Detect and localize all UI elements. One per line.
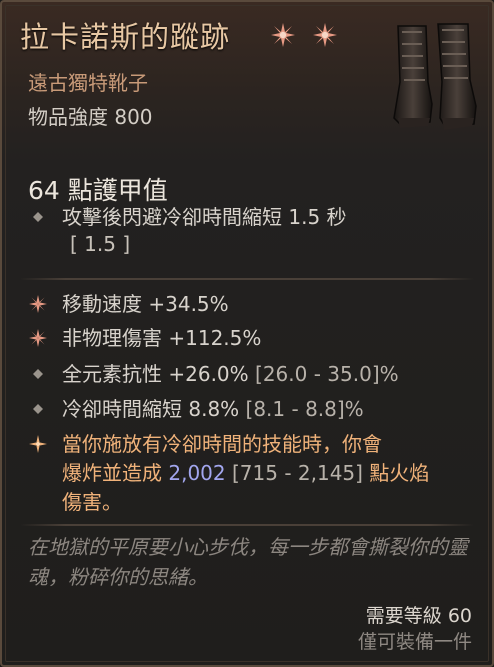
boots-icon (393, 23, 477, 130)
unique-power-line: 點火焰 (369, 461, 430, 485)
affix-row: 全元素抗性 +26.0% [26.0 - 35.0]% (28, 360, 399, 389)
item-subtype: 遠古獨特靴子 (28, 71, 148, 95)
affix-diamond-icon (33, 369, 43, 379)
affix-range: [26.0 - 35.0]% (255, 362, 399, 386)
affix-row: 移動速度 +34.5% (28, 290, 229, 319)
unique-power-line: 當你施放有冷卻時間的技能時，你會 (62, 432, 382, 456)
implicit-affix: 攻擊後閃避冷卻時間縮短 1.5 秒 (28, 203, 347, 232)
flavor-text: 在地獄的平原要小心步伐，每一步都會撕裂你的靈魂，粉碎你的思緒。 (28, 535, 468, 589)
item-power: 物品強度 800 (28, 105, 153, 129)
unique-power-value: 2,002 (168, 461, 226, 485)
unique-power-range: [715 - 2,145] (225, 461, 370, 485)
unique-power-line: 爆炸並造成 (62, 461, 169, 485)
affix-text: 非物理傷害 +112.5% (62, 326, 262, 350)
socket-gem-icon (313, 23, 337, 47)
unique-equipped-note: 僅可裝備一件 (357, 631, 472, 653)
affix-diamond-icon (33, 212, 43, 222)
unique-power-line: 傷害。 (62, 490, 122, 514)
affix-range: [8.1 - 8.8]% (245, 397, 364, 421)
item-name: 拉卡諾斯的蹤跡 (20, 20, 231, 54)
greater-affix-icon (29, 295, 47, 313)
armor-value: 64 點護甲值 (28, 176, 168, 205)
divider (20, 524, 474, 526)
implicit-range: [ 1.5 ] (70, 232, 131, 256)
affix-text: 全元素抗性 +26.0% (62, 362, 249, 386)
affix-text: 移動速度 +34.5% (62, 292, 229, 316)
item-tooltip: 拉卡諾斯的蹤跡 遠古獨特靴子 物品強度 800 64 點護甲值 攻擊後閃避冷卻時… (0, 0, 494, 667)
unique-star-icon (29, 435, 47, 453)
greater-affix-icon (29, 329, 47, 347)
unique-power: 當你施放有冷卻時間的技能時，你會 爆炸並造成 2,002 [715 - 2,14… (28, 430, 429, 517)
affix-diamond-icon (33, 404, 43, 414)
affix-text: 冷卻時間縮短 8.8% (62, 397, 240, 421)
level-requirement: 需要等級 60 (365, 605, 472, 627)
affix-row: 冷卻時間縮短 8.8% [8.1 - 8.8]% (28, 395, 364, 424)
implicit-text: 攻擊後閃避冷卻時間縮短 1.5 秒 (62, 205, 347, 229)
affix-row: 非物理傷害 +112.5% (28, 324, 261, 353)
divider (20, 278, 474, 280)
socket-gem-icon (271, 23, 295, 47)
